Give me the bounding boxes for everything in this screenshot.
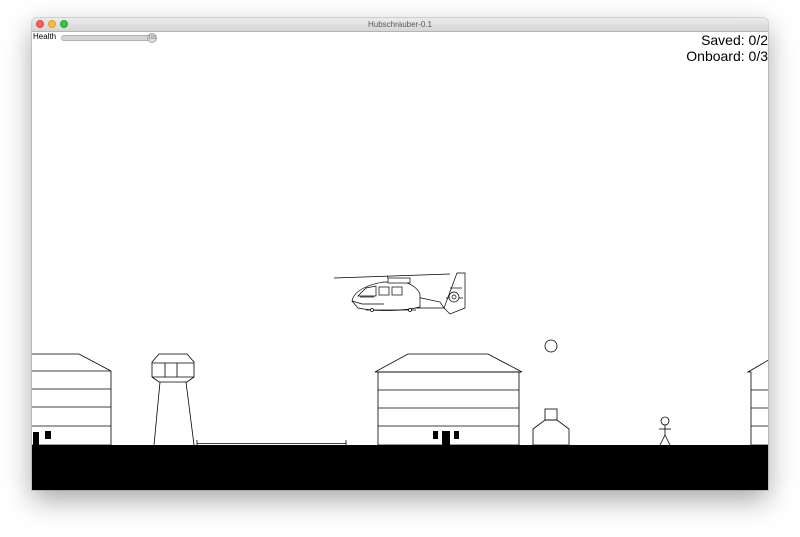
building-middle-window-2 bbox=[454, 431, 459, 439]
health-value: 100 bbox=[148, 35, 157, 41]
landing-strip bbox=[196, 440, 347, 445]
app-window: Hubschrauber-0.1 Health 100 Saved: 0/2 O… bbox=[32, 18, 768, 490]
health-bar: 100 bbox=[61, 33, 157, 43]
floating-ball bbox=[544, 339, 558, 353]
health-bar-fill bbox=[62, 36, 152, 40]
health-label: Health bbox=[33, 32, 57, 41]
small-hut bbox=[532, 408, 570, 446]
ground bbox=[32, 445, 768, 490]
helicopter bbox=[333, 272, 466, 315]
building-left-window bbox=[45, 431, 51, 439]
game-scene bbox=[32, 272, 768, 490]
survivor-figure bbox=[659, 416, 671, 446]
health-bar-knob: 100 bbox=[147, 33, 157, 43]
building-right bbox=[746, 359, 768, 446]
window-title: Hubschrauber-0.1 bbox=[367, 20, 433, 29]
building-left bbox=[32, 353, 112, 446]
water-tower bbox=[151, 353, 195, 446]
game-canvas[interactable]: Health 100 Saved: 0/2 Onboard: 0/3 bbox=[32, 32, 768, 490]
building-middle-door bbox=[442, 431, 450, 445]
title-bar[interactable]: Hubschrauber-0.1 bbox=[32, 18, 768, 32]
building-middle-window bbox=[433, 431, 438, 439]
saved-counter: Saved: 0/2 bbox=[701, 32, 768, 48]
building-left-door bbox=[33, 432, 39, 445]
onboard-counter: Onboard: 0/3 bbox=[686, 48, 768, 64]
